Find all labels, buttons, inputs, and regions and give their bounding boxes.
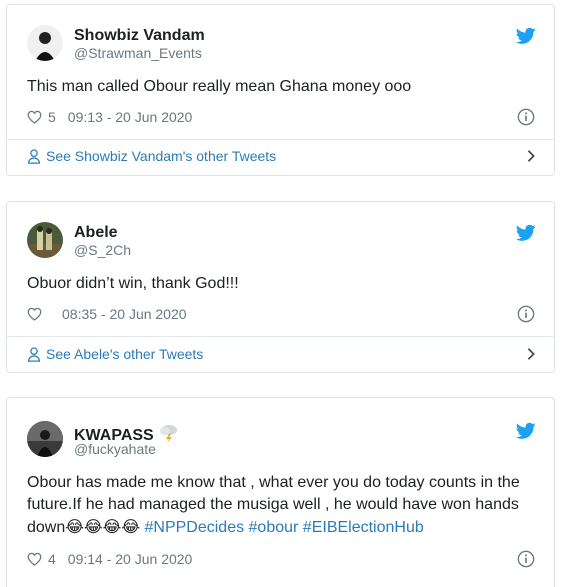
laughing-emoji-icons: 😂😂😂😂 [65, 517, 141, 536]
tweet-card: Abele @S_2Ch Obuor didn’t win, thank God… [6, 201, 555, 373]
chevron-right-icon [527, 150, 535, 162]
avatar[interactable] [27, 25, 63, 61]
info-icon[interactable] [517, 108, 535, 126]
timestamp[interactable]: 09:14 - 20 Jun 2020 [68, 551, 193, 567]
author-handle[interactable]: @fuckyahate [74, 441, 156, 457]
info-icon[interactable] [517, 550, 535, 568]
heart-icon[interactable] [27, 307, 42, 321]
other-tweets-label: See Showbiz Vandam's other Tweets [46, 148, 277, 164]
heart-icon[interactable] [27, 110, 42, 124]
info-icon[interactable] [517, 305, 535, 323]
like-count: 4 [48, 551, 56, 567]
other-tweets-label: See Abele's other Tweets [46, 346, 204, 362]
tweet-text: This man called Obour really mean Ghana … [27, 78, 412, 95]
other-tweets-link[interactable]: See Abele's other Tweets [27, 346, 536, 362]
avatar[interactable] [27, 222, 63, 258]
heart-icon[interactable] [27, 552, 42, 566]
author-handle[interactable]: @Strawman_Events [74, 45, 202, 61]
tweet-text-line: Obour has made me know that , what ever … [27, 474, 520, 491]
other-tweets-link[interactable]: See Showbiz Vandam's other Tweets [27, 148, 536, 164]
tweet-text-fragment: down [27, 519, 66, 536]
tweet-text: Obuor didn’t win, thank God!!! [27, 275, 239, 292]
hashtags-link[interactable]: #NPPDecides #obour #EIBElectionHub [144, 519, 423, 536]
tweet-text-line: future.If he had managed the musiga well… [27, 496, 519, 513]
tweet-card: KWAPASS @fuckyahate Obour has made me kn… [6, 397, 555, 587]
author-name[interactable]: Abele [74, 224, 118, 242]
tweet-meta: 5 09:13 - 20 Jun 2020 [27, 109, 192, 125]
person-icon [27, 148, 41, 164]
tweet-meta: 4 09:14 - 20 Jun 2020 [27, 551, 192, 567]
divider [7, 336, 554, 337]
tweet-text: Obour has made me know that , what ever … [27, 472, 534, 539]
storm-cloud-icon [160, 425, 178, 443]
tweet-text-line: down😂😂😂😂 #NPPDecides #obour #EIBElection… [27, 516, 534, 539]
timestamp[interactable]: 08:35 - 20 Jun 2020 [62, 306, 187, 322]
tweet-meta: 08:35 - 20 Jun 2020 [27, 306, 187, 322]
author-name[interactable]: Showbiz Vandam [74, 27, 205, 45]
chevron-right-icon [527, 348, 535, 360]
like-count: 5 [48, 109, 56, 125]
person-icon [27, 346, 41, 362]
author-handle[interactable]: @S_2Ch [74, 242, 131, 258]
twitter-bird-icon[interactable] [516, 224, 536, 242]
twitter-bird-icon[interactable] [516, 422, 536, 440]
divider [7, 139, 554, 140]
twitter-bird-icon[interactable] [516, 27, 536, 45]
avatar[interactable] [27, 421, 63, 457]
tweet-card: Showbiz Vandam @Strawman_Events This man… [6, 4, 555, 176]
timestamp[interactable]: 09:13 - 20 Jun 2020 [68, 109, 193, 125]
